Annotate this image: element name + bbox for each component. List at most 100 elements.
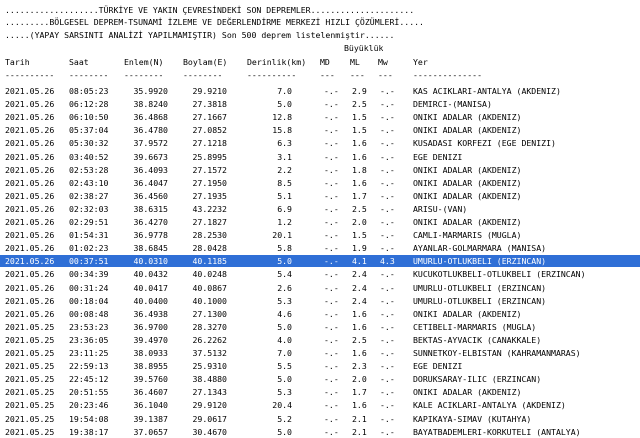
cell-yer: UMURLU-OTLUKBELI (ERZINCAN) xyxy=(413,282,547,293)
cell-saat: 02:43:10 xyxy=(69,177,109,188)
separator-derinlik: ---------- xyxy=(247,70,297,80)
cell-yer: ONIKI ADALAR (AKDENIZ) xyxy=(413,177,522,188)
cell-derinlik: 5.0 xyxy=(277,426,292,437)
cell-tarih: 2021.05.26 xyxy=(5,138,55,149)
cell-saat: 06:12:28 xyxy=(69,99,109,110)
table-row[interactable]: 2021.05.26 06:12:28 38.8240 27.3818 5.0 -.- 2.… xyxy=(0,98,640,110)
separator-md: --- xyxy=(320,70,335,80)
cell-boylam: 38.4880 xyxy=(192,374,227,385)
cell-yer: DEMIRCI-(MANISA) xyxy=(413,99,492,110)
cell-enlem: 37.0657 xyxy=(133,426,168,437)
cell-boylam: 40.1000 xyxy=(192,295,227,306)
cell-mw: -.- xyxy=(380,413,395,424)
cell-boylam: 37.5132 xyxy=(192,348,227,358)
cell-boylam: 26.2262 xyxy=(192,334,227,345)
cell-saat: 02:53:28 xyxy=(69,164,109,175)
cell-yer: BAYATBADEMLERI-KORKUTELI (ANTALYA) xyxy=(413,426,581,437)
cell-yer: AYANLAR-GOLMARMARA (MANISA) xyxy=(413,243,547,254)
table-row[interactable]: 2021.05.25 20:51:55 36.4607 27.1343 5.3 -.- 1.… xyxy=(0,386,640,398)
cell-md: -.- xyxy=(324,230,339,241)
column-separator-row: ---------- -------- -------- -------- --… xyxy=(0,69,640,81)
cell-boylam: 29.9210 xyxy=(192,86,227,96)
cell-saat: 22:59:13 xyxy=(69,361,109,372)
table-row[interactable]: 2021.05.25 19:54:08 39.1387 29.0617 5.2 -.- 2.… xyxy=(0,413,640,425)
table-row[interactable]: 2021.05.26 00:08:48 36.4938 27.1300 4.6 -.- 1.… xyxy=(0,308,640,320)
cell-derinlik: 3.1 xyxy=(277,151,292,162)
table-row[interactable]: 2021.05.26 02:43:10 36.4047 27.1950 8.5 -.- 1.… xyxy=(0,177,640,189)
cell-yer: SUNNETKOY-ELBISTAN (KAHRAMANMARAS) xyxy=(413,348,581,358)
cell-ml: 1.6 xyxy=(352,348,367,358)
cell-enlem: 40.0432 xyxy=(133,269,168,280)
table-row[interactable]: 2021.05.25 22:59:13 38.8955 25.9310 5.5 -.- 2.… xyxy=(0,360,640,372)
table-row[interactable]: 2021.05.26 00:18:04 40.0400 40.1000 5.3 -.- 2.… xyxy=(0,295,640,307)
cell-tarih: 2021.05.25 xyxy=(5,334,55,345)
table-row[interactable]: 2021.05.26 02:53:28 36.4093 27.1572 2.2 -.- 1.… xyxy=(0,164,640,176)
cell-ml: 1.6 xyxy=(352,400,367,411)
table-row[interactable]: 2021.05.26 00:31:24 40.0417 40.0867 2.6 -.- 2.… xyxy=(0,282,640,294)
cell-md: -.- xyxy=(324,177,339,188)
table-row[interactable]: 2021.05.26 02:32:03 38.6315 43.2232 6.9 -.- 2.… xyxy=(0,203,640,215)
table-row[interactable]: 2021.05.26 02:38:27 36.4560 27.1935 5.1 -.- 1.… xyxy=(0,190,640,202)
cell-md: -.- xyxy=(324,256,339,267)
table-row[interactable]: 2021.05.26 00:37:51 40.0310 40.1185 5.0 -.- 4.… xyxy=(0,255,640,268)
cell-enlem: 36.4093 xyxy=(133,164,168,175)
table-row[interactable]: 2021.05.25 22:45:12 39.5760 38.4880 5.0 -.- 2.… xyxy=(0,373,640,385)
col-header-mw: Mw xyxy=(378,57,388,67)
cell-md: -.- xyxy=(324,217,339,227)
cell-ml: 2.4 xyxy=(352,282,367,293)
cell-ml: 1.7 xyxy=(352,190,367,201)
table-row[interactable]: 2021.05.25 19:38:17 37.0657 30.4670 5.0 -.- 2.… xyxy=(0,426,640,438)
table-row[interactable]: 2021.05.26 00:34:39 40.0432 40.0248 5.4 -.- 2.… xyxy=(0,268,640,280)
cell-ml: 1.8 xyxy=(352,164,367,175)
cell-mw: -.- xyxy=(380,177,395,188)
cell-tarih: 2021.05.26 xyxy=(5,125,55,136)
table-row[interactable]: 2021.05.25 20:23:46 36.1040 29.9120 20.4 -.- 1… xyxy=(0,399,640,411)
cell-boylam: 25.9310 xyxy=(192,361,227,372)
table-row[interactable]: 2021.05.26 05:30:32 37.9572 27.1218 6.3 -.- 1.… xyxy=(0,137,640,149)
cell-mw: -.- xyxy=(380,164,395,175)
cell-tarih: 2021.05.26 xyxy=(5,230,55,241)
cell-enlem: 36.9778 xyxy=(133,230,168,241)
earthquake-list-page: ...................TÜRKİYE VE YAKIN ÇEVR… xyxy=(0,0,640,438)
table-row[interactable]: 2021.05.26 01:02:23 38.6845 28.0428 5.8 -.- 1.… xyxy=(0,242,640,254)
cell-enlem: 40.0310 xyxy=(133,256,168,267)
cell-mw: -.- xyxy=(380,125,395,136)
table-row[interactable]: 2021.05.26 03:40:52 39.6673 25.8995 3.1 -.- 1.… xyxy=(0,151,640,163)
cell-boylam: 28.2530 xyxy=(192,230,227,241)
cell-saat: 19:38:17 xyxy=(69,426,109,437)
cell-derinlik: 5.1 xyxy=(277,190,292,201)
cell-derinlik: 7.0 xyxy=(277,348,292,358)
table-row[interactable]: 2021.05.25 23:53:23 36.9700 28.3270 5.0 -.- 1.… xyxy=(0,321,640,333)
table-row[interactable]: 2021.05.26 08:05:23 35.9920 29.9210 7.0 -.- 2.… xyxy=(0,85,640,97)
cell-md: -.- xyxy=(324,374,339,385)
cell-md: -.- xyxy=(324,361,339,372)
cell-ml: 1.6 xyxy=(352,308,367,319)
cell-md: -.- xyxy=(324,321,339,332)
cell-tarih: 2021.05.26 xyxy=(5,99,55,110)
table-row[interactable]: 2021.05.26 05:37:04 36.4780 27.0852 15.8 -.- 1… xyxy=(0,124,640,136)
cell-saat: 00:08:48 xyxy=(69,308,109,319)
cell-boylam: 40.1185 xyxy=(192,256,227,267)
cell-md: -.- xyxy=(324,295,339,306)
cell-tarih: 2021.05.26 xyxy=(5,86,55,96)
cell-yer: EGE DENIZI xyxy=(413,151,463,162)
table-row[interactable]: 2021.05.26 01:54:31 36.9778 28.2530 20.1 -.- 1… xyxy=(0,229,640,241)
table-row[interactable]: 2021.05.25 23:11:25 38.0933 37.5132 7.0 -.- 1.… xyxy=(0,347,640,359)
cell-ml: 2.0 xyxy=(352,217,367,227)
cell-saat: 00:31:24 xyxy=(69,282,109,293)
table-row[interactable]: 2021.05.25 23:36:05 39.4970 26.2262 4.0 -.- 2.… xyxy=(0,334,640,346)
table-row[interactable]: 2021.05.26 06:10:50 36.4868 27.1667 12.8 -.- 1… xyxy=(0,111,640,123)
separator-yer: -------------- xyxy=(413,70,483,80)
cell-mw: -.- xyxy=(380,190,395,201)
cell-mw: -.- xyxy=(380,217,395,227)
cell-md: -.- xyxy=(324,269,339,280)
cell-mw: -.- xyxy=(380,112,395,123)
cell-yer: ONIKI ADALAR (AKDENIZ) xyxy=(413,217,522,227)
cell-mw: -.- xyxy=(380,230,395,241)
cell-mw: -.- xyxy=(380,282,395,293)
table-row[interactable]: 2021.05.26 02:29:51 36.4270 27.1827 1.2 -.- 2.… xyxy=(0,216,640,228)
cell-mw: 4.3 xyxy=(380,256,395,267)
cell-derinlik: 5.0 xyxy=(277,99,292,110)
cell-saat: 08:05:23 xyxy=(69,86,109,96)
cell-boylam: 27.1827 xyxy=(192,217,227,227)
